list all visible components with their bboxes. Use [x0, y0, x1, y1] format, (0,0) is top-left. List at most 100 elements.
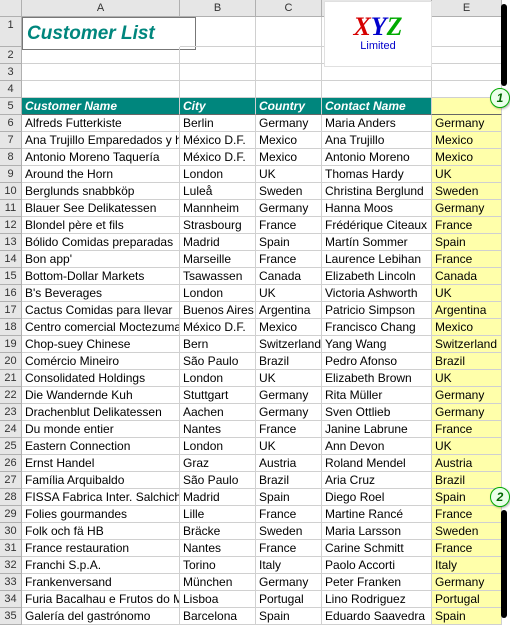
- cell-contact-name[interactable]: Paolo Accorti: [322, 557, 432, 574]
- row-header[interactable]: 9: [0, 166, 22, 183]
- cell-customer-name[interactable]: Eastern Connection: [22, 438, 180, 455]
- cell-city[interactable]: Tsawassen: [180, 268, 256, 285]
- cell-country[interactable]: Spain: [256, 489, 322, 506]
- cell-contact-name[interactable]: Elizabeth Lincoln: [322, 268, 432, 285]
- cell-highlight[interactable]: Germany: [432, 404, 502, 421]
- cell-contact-name[interactable]: Elizabeth Brown: [322, 370, 432, 387]
- cell-customer-name[interactable]: Folk och fä HB: [22, 523, 180, 540]
- cell-contact-name[interactable]: Carine Schmitt: [322, 540, 432, 557]
- cell-country[interactable]: Brazil: [256, 353, 322, 370]
- cell-contact-name[interactable]: Hanna Moos: [322, 200, 432, 217]
- row-header[interactable]: 1: [0, 17, 22, 47]
- cell-country[interactable]: France: [256, 217, 322, 234]
- col-header-C[interactable]: C: [256, 0, 322, 17]
- cell-highlight[interactable]: Germany: [432, 574, 502, 591]
- row-header[interactable]: 15: [0, 268, 22, 285]
- row-header[interactable]: 25: [0, 438, 22, 455]
- cell-contact-name[interactable]: Roland Mendel: [322, 455, 432, 472]
- row-header[interactable]: 7: [0, 132, 22, 149]
- cell-city[interactable]: Berlin: [180, 115, 256, 132]
- row-header[interactable]: 24: [0, 421, 22, 438]
- cell-contact-name[interactable]: Janine Labrune: [322, 421, 432, 438]
- cell-city[interactable]: München: [180, 574, 256, 591]
- cell-customer-name[interactable]: France restauration: [22, 540, 180, 557]
- cell-highlight[interactable]: Canada: [432, 268, 502, 285]
- cell-contact-name[interactable]: Sven Ottlieb: [322, 404, 432, 421]
- col-header-E[interactable]: E: [432, 0, 502, 17]
- row-header[interactable]: 16: [0, 285, 22, 302]
- cell-customer-name[interactable]: Around the Horn: [22, 166, 180, 183]
- cell-country[interactable]: Mexico: [256, 149, 322, 166]
- cell-city[interactable]: São Paulo: [180, 472, 256, 489]
- cell-customer-name[interactable]: Centro comercial Moctezuma: [22, 319, 180, 336]
- col-header-A[interactable]: A: [22, 0, 180, 17]
- cell-country[interactable]: France: [256, 421, 322, 438]
- cell-highlight[interactable]: Italy: [432, 557, 502, 574]
- row-header[interactable]: 2: [0, 47, 22, 64]
- row-header[interactable]: 30: [0, 523, 22, 540]
- cell-customer-name[interactable]: B's Beverages: [22, 285, 180, 302]
- cell-city[interactable]: Madrid: [180, 489, 256, 506]
- cell-contact-name[interactable]: Eduardo Saavedra: [322, 608, 432, 625]
- cell-highlight[interactable]: France: [432, 217, 502, 234]
- row-header[interactable]: 21: [0, 370, 22, 387]
- cell-customer-name[interactable]: Frankenversand: [22, 574, 180, 591]
- cell-country[interactable]: UK: [256, 166, 322, 183]
- cell-contact-name[interactable]: Patricio Simpson: [322, 302, 432, 319]
- row-header[interactable]: 17: [0, 302, 22, 319]
- table-header[interactable]: City: [180, 98, 256, 115]
- cell-contact-name[interactable]: Pedro Afonso: [322, 353, 432, 370]
- cell-highlight[interactable]: Germany: [432, 200, 502, 217]
- row-header[interactable]: 12: [0, 217, 22, 234]
- cell-country[interactable]: Argentina: [256, 302, 322, 319]
- row-header[interactable]: 29: [0, 506, 22, 523]
- cell-city[interactable]: London: [180, 285, 256, 302]
- cell-country[interactable]: Mexico: [256, 319, 322, 336]
- cell-customer-name[interactable]: Cactus Comidas para llevar: [22, 302, 180, 319]
- cell-customer-name[interactable]: Franchi S.p.A.: [22, 557, 180, 574]
- cell-highlight[interactable]: UK: [432, 285, 502, 302]
- cell-customer-name[interactable]: Ernst Handel: [22, 455, 180, 472]
- cell-highlight[interactable]: Germany: [432, 115, 502, 132]
- cell-highlight[interactable]: Brazil: [432, 353, 502, 370]
- row-header[interactable]: 31: [0, 540, 22, 557]
- cell-country[interactable]: Italy: [256, 557, 322, 574]
- cell-contact-name[interactable]: Christina Berglund: [322, 183, 432, 200]
- row-header[interactable]: 4: [0, 81, 22, 98]
- cell-country[interactable]: Canada: [256, 268, 322, 285]
- cell-highlight[interactable]: Sweden: [432, 523, 502, 540]
- row-header[interactable]: 20: [0, 353, 22, 370]
- cell-customer-name[interactable]: Die Wandernde Kuh: [22, 387, 180, 404]
- cell-city[interactable]: Nantes: [180, 421, 256, 438]
- row-header[interactable]: 19: [0, 336, 22, 353]
- cell-city[interactable]: Lille: [180, 506, 256, 523]
- cell-contact-name[interactable]: Laurence Lebihan: [322, 251, 432, 268]
- cell-contact-name[interactable]: Victoria Ashworth: [322, 285, 432, 302]
- row-header[interactable]: 22: [0, 387, 22, 404]
- cell-country[interactable]: Spain: [256, 608, 322, 625]
- cell-contact-name[interactable]: Diego Roel: [322, 489, 432, 506]
- cell-highlight[interactable]: France: [432, 421, 502, 438]
- cell-contact-name[interactable]: Ann Devon: [322, 438, 432, 455]
- cell-customer-name[interactable]: Berglunds snabbköp: [22, 183, 180, 200]
- cell-customer-name[interactable]: Antonio Moreno Taquería: [22, 149, 180, 166]
- spreadsheet-grid[interactable]: ABCDE1Customer List2345Customer NameCity…: [0, 0, 510, 625]
- cell-city[interactable]: Torino: [180, 557, 256, 574]
- cell-customer-name[interactable]: Chop-suey Chinese: [22, 336, 180, 353]
- cell-contact-name[interactable]: Yang Wang: [322, 336, 432, 353]
- cell-customer-name[interactable]: Du monde entier: [22, 421, 180, 438]
- scroll-indicator-bottom[interactable]: [501, 510, 507, 618]
- cell-city[interactable]: Buenos Aires: [180, 302, 256, 319]
- row-header[interactable]: 8: [0, 149, 22, 166]
- cell-customer-name[interactable]: Consolidated Holdings: [22, 370, 180, 387]
- cell-country[interactable]: Germany: [256, 200, 322, 217]
- row-header[interactable]: 27: [0, 472, 22, 489]
- col-header-B[interactable]: B: [180, 0, 256, 17]
- cell-highlight[interactable]: Spain: [432, 608, 502, 625]
- cell-customer-name[interactable]: Comércio Mineiro: [22, 353, 180, 370]
- cell-highlight[interactable]: Brazil: [432, 472, 502, 489]
- cell-country[interactable]: Sweden: [256, 183, 322, 200]
- cell-customer-name[interactable]: Bottom-Dollar Markets: [22, 268, 180, 285]
- cell-customer-name[interactable]: Furia Bacalhau e Frutos do Mar: [22, 591, 180, 608]
- cell-country[interactable]: Sweden: [256, 523, 322, 540]
